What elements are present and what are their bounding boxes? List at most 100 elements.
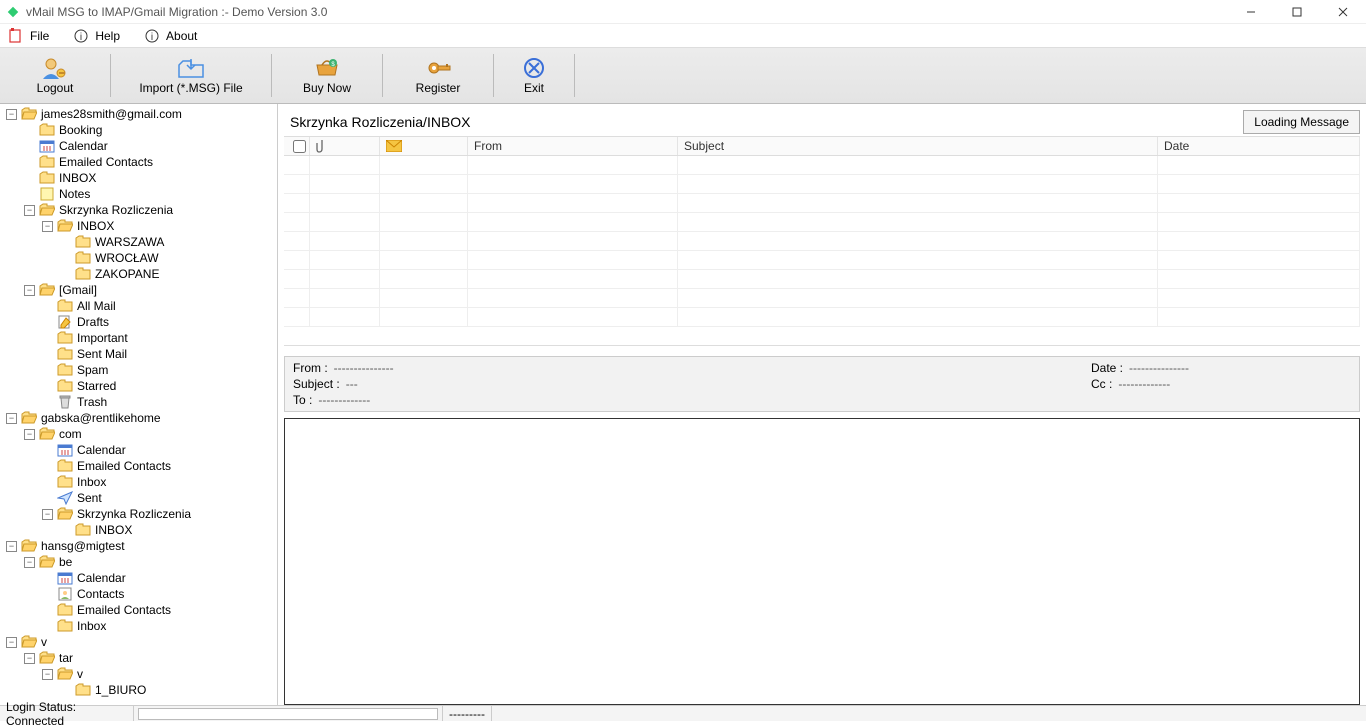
tree-node[interactable]: −[Gmail] (0, 282, 277, 298)
tree-label: Inbox (77, 475, 106, 489)
tree-node[interactable]: −hansg@migtest (0, 538, 277, 554)
logout-button[interactable]: Logout (0, 48, 110, 103)
svg-text:i: i (151, 32, 153, 43)
tree-node[interactable]: Sent Mail (0, 346, 277, 362)
tree-node[interactable]: Sent (0, 490, 277, 506)
tree-node[interactable]: Inbox (0, 618, 277, 634)
status-login: Login Status: Connected (0, 706, 134, 721)
tree-node[interactable]: 1_BIURO (0, 682, 277, 698)
collapse-icon[interactable]: − (6, 541, 17, 552)
breadcrumb: Skrzynka Rozliczenia/INBOX (284, 114, 1243, 130)
tree-node[interactable]: Important (0, 330, 277, 346)
tree-node[interactable]: INBOX (0, 522, 277, 538)
folder-tree[interactable]: −james28smith@gmail.comBookingCalendarEm… (0, 104, 278, 705)
close-button[interactable] (1320, 0, 1366, 24)
tree-node[interactable]: −com (0, 426, 277, 442)
tree-node[interactable]: Calendar (0, 570, 277, 586)
buy-now-button[interactable]: $ Buy Now (272, 48, 382, 103)
folder-open-icon (57, 219, 73, 233)
collapse-icon[interactable]: − (24, 205, 35, 216)
maximize-button[interactable] (1274, 0, 1320, 24)
collapse-icon[interactable]: − (24, 285, 35, 296)
tree-node[interactable]: Emailed Contacts (0, 602, 277, 618)
tree-node[interactable]: −be (0, 554, 277, 570)
buy-label: Buy Now (303, 81, 351, 95)
tree-node[interactable]: − tar (0, 650, 277, 666)
col-flag[interactable] (380, 137, 468, 155)
tree-node[interactable]: Trash (0, 394, 277, 410)
collapse-icon[interactable]: − (6, 109, 17, 120)
tree-node[interactable]: Contacts (0, 586, 277, 602)
folder-open-icon (39, 203, 55, 217)
collapse-icon[interactable]: − (24, 557, 35, 568)
tree-node[interactable]: Starred (0, 378, 277, 394)
drafts-icon (57, 315, 73, 329)
collapse-icon[interactable]: − (42, 669, 53, 680)
statusbar: Login Status: Connected --------- (0, 705, 1366, 721)
tree-node[interactable]: Booking (0, 122, 277, 138)
folder-open-icon (57, 507, 73, 521)
col-subject[interactable]: Subject (678, 137, 1158, 155)
folder-icon (57, 299, 73, 313)
menu-about[interactable]: i About (144, 28, 197, 44)
tree-node[interactable]: WROCŁAW (0, 250, 277, 266)
tree-label: tar (59, 651, 73, 665)
tree-node[interactable]: Calendar (0, 138, 277, 154)
tree-node[interactable]: Inbox (0, 474, 277, 490)
loading-message-button[interactable]: Loading Message (1243, 110, 1360, 134)
tree-node[interactable]: Notes (0, 186, 277, 202)
menu-help[interactable]: i Help (73, 28, 120, 44)
tree-node[interactable]: −gabska@rentlikehome (0, 410, 277, 426)
tree-node[interactable]: Emailed Contacts (0, 154, 277, 170)
collapse-icon[interactable]: − (6, 413, 17, 424)
cc-label: Cc : (1091, 377, 1112, 391)
collapse-icon[interactable]: − (42, 509, 53, 520)
tree-label: ZAKOPANE (95, 267, 159, 281)
col-checkbox[interactable] (284, 137, 310, 155)
cc-value: ------------- (1118, 377, 1170, 391)
tree-node[interactable]: Spam (0, 362, 277, 378)
attachment-icon (316, 139, 328, 153)
preview-meta: From :--------------- Date :------------… (284, 356, 1360, 412)
tree-node[interactable]: Calendar (0, 442, 277, 458)
import-label: Import (*.MSG) File (139, 81, 242, 95)
tree-node[interactable]: INBOX (0, 170, 277, 186)
collapse-icon[interactable]: − (24, 429, 35, 440)
col-attachment[interactable] (310, 137, 380, 155)
collapse-icon[interactable]: − (42, 221, 53, 232)
preview-body[interactable] (284, 418, 1360, 705)
folder-open-icon (57, 667, 73, 681)
tree-node[interactable]: All Mail (0, 298, 277, 314)
minimize-button[interactable] (1228, 0, 1274, 24)
collapse-icon[interactable]: − (6, 637, 17, 648)
folder-icon (57, 331, 73, 345)
register-button[interactable]: Register (383, 48, 493, 103)
tree-node[interactable]: Drafts (0, 314, 277, 330)
tree-node[interactable]: −v (0, 666, 277, 682)
tree-label: Emailed Contacts (59, 155, 153, 169)
tree-node[interactable]: WARSZAWA (0, 234, 277, 250)
help-icon: i (73, 28, 89, 44)
tree-label: Drafts (77, 315, 109, 329)
import-button[interactable]: Import (*.MSG) File (111, 48, 271, 103)
folder-open-icon (21, 635, 37, 649)
tree-node[interactable]: −v (0, 634, 277, 650)
exit-button[interactable]: Exit (494, 48, 574, 103)
tree-node[interactable]: ZAKOPANE (0, 266, 277, 282)
collapse-icon[interactable]: − (24, 653, 35, 664)
folder-icon (57, 379, 73, 393)
calendar-icon (39, 139, 55, 153)
tree-node[interactable]: −Skrzynka Rozliczenia (0, 506, 277, 522)
col-from[interactable]: From (468, 137, 678, 155)
tree-node[interactable]: Emailed Contacts (0, 458, 277, 474)
menu-help-label: Help (95, 29, 120, 43)
toolbar: Logout Import (*.MSG) File $ Buy Now Reg… (0, 48, 1366, 104)
tree-node[interactable]: −Skrzynka Rozliczenia (0, 202, 277, 218)
tree-label: WARSZAWA (95, 235, 164, 249)
col-date[interactable]: Date (1158, 137, 1360, 155)
select-all-checkbox[interactable] (293, 140, 306, 153)
tree-node[interactable]: −james28smith@gmail.com (0, 106, 277, 122)
tree-node[interactable]: −INBOX (0, 218, 277, 234)
message-grid-body[interactable] (284, 156, 1360, 346)
menu-file[interactable]: File (8, 28, 49, 44)
